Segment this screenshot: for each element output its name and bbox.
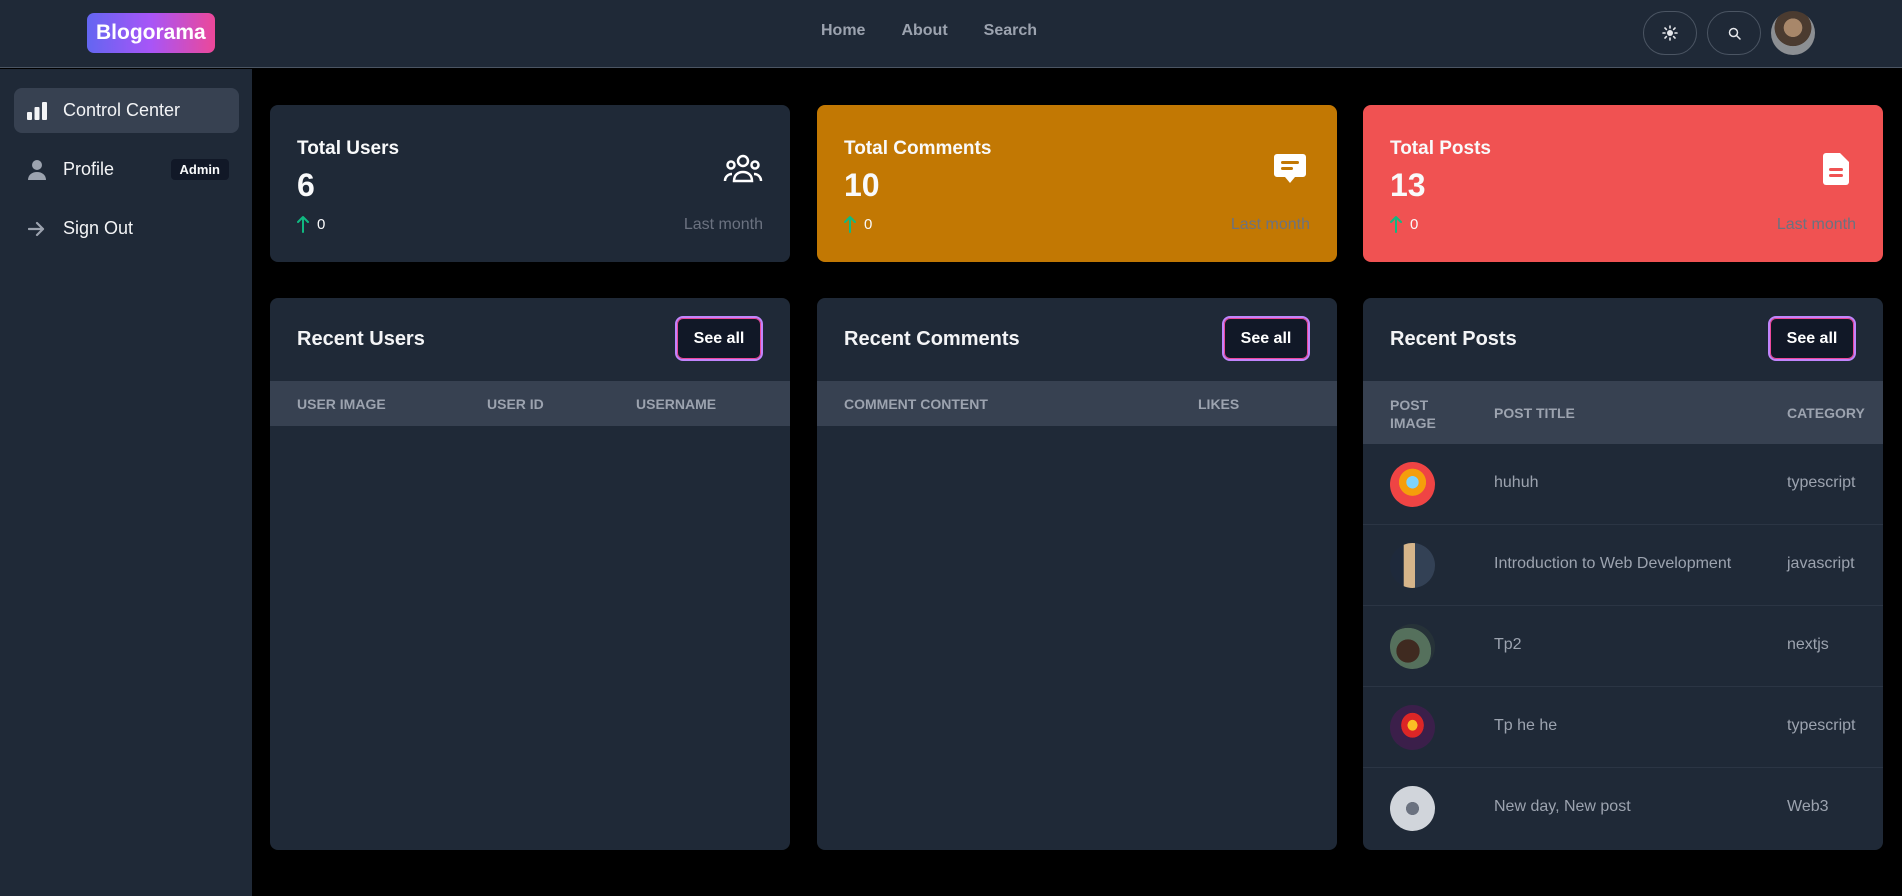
sidebar-item-sign-out[interactable]: Sign Out <box>14 206 239 251</box>
table-row[interactable]: Tp2 nextjs <box>1363 606 1883 687</box>
stat-card-users: Total Users 6 0 Last month <box>270 105 790 262</box>
stat-period: Last month <box>1776 216 1856 233</box>
stat-value: 6 <box>297 167 315 203</box>
column-header: Username <box>636 396 717 412</box>
stat-value: 13 <box>1390 167 1426 203</box>
table-row[interactable]: huhuh typescript <box>1363 444 1883 525</box>
table-header: User image User ID Username <box>270 381 790 426</box>
arrow-right-icon <box>26 218 48 240</box>
post-category: Web3 <box>1787 798 1829 815</box>
document-icon <box>1816 149 1856 189</box>
stat-title: Total Comments <box>844 138 992 159</box>
recent-posts-panel: Recent Posts See all Post image Post tit… <box>1363 298 1883 850</box>
stat-change: 0 <box>1390 215 1418 233</box>
sidebar-item-profile[interactable]: Profile Admin <box>14 147 239 192</box>
stat-change-value: 0 <box>1410 215 1419 233</box>
post-category: typescript <box>1787 717 1856 734</box>
search-button[interactable] <box>1707 11 1761 55</box>
stat-period: Last month <box>1230 216 1310 233</box>
post-category: javascript <box>1787 555 1855 572</box>
post-image <box>1390 705 1435 750</box>
nav-link-search[interactable]: Search <box>984 22 1037 40</box>
user-avatar[interactable] <box>1771 11 1815 55</box>
table-header: Post image Post title Category <box>1363 381 1883 444</box>
post-category: nextjs <box>1787 636 1829 653</box>
see-all-users-button[interactable]: See all <box>675 316 763 361</box>
comment-icon <box>1270 149 1310 189</box>
table-header: Comment content Likes <box>817 381 1337 426</box>
stat-title: Total Users <box>297 138 400 159</box>
post-title: Tp2 <box>1494 636 1522 653</box>
see-all-comments-button[interactable]: See all <box>1222 316 1310 361</box>
nav-link-home[interactable]: Home <box>821 22 865 40</box>
sidebar-item-label: Sign Out <box>63 218 134 238</box>
panel-title: Recent Posts <box>1390 328 1517 350</box>
chart-bar-icon <box>26 100 48 122</box>
recent-users-panel: Recent Users See all User image User ID … <box>270 298 790 850</box>
column-header: Likes <box>1198 396 1240 412</box>
post-image <box>1390 624 1435 669</box>
sidebar-item-control-center[interactable]: Control Center <box>14 88 239 133</box>
sidebar-item-label: Control Center <box>63 100 181 120</box>
stat-card-comments: Total Comments 10 0 Last month <box>817 105 1337 262</box>
column-header: Post image <box>1390 397 1436 431</box>
theme-toggle-button[interactable] <box>1643 11 1697 55</box>
arrow-up-icon <box>844 216 856 233</box>
role-badge: Admin <box>170 159 229 180</box>
table-row[interactable]: New day, New post Web3 <box>1363 768 1883 849</box>
post-image <box>1390 462 1435 507</box>
column-header: User image <box>297 396 386 412</box>
logo-link[interactable]: Blogorama <box>87 13 215 53</box>
see-all-posts-button[interactable]: See all <box>1768 316 1856 361</box>
nav-link-about[interactable]: About <box>901 22 947 40</box>
post-category: typescript <box>1787 474 1856 491</box>
stat-change-value: 0 <box>864 215 873 233</box>
table-row[interactable]: Introduction to Web Development javascri… <box>1363 525 1883 606</box>
column-header: User ID <box>487 396 544 412</box>
sidebar: Control Center Profile Admin Sign Out <box>0 69 252 896</box>
arrow-up-icon <box>1390 216 1402 233</box>
stat-change: 0 <box>297 215 325 233</box>
sun-icon <box>1662 25 1678 41</box>
post-image <box>1390 543 1435 588</box>
arrow-up-icon <box>297 216 309 233</box>
sidebar-item-label: Profile <box>63 159 115 179</box>
stat-card-posts: Total Posts 13 0 Last month <box>1363 105 1883 262</box>
users-group-icon <box>723 149 763 189</box>
stat-change-value: 0 <box>317 215 326 233</box>
column-header: Comment content <box>844 396 988 412</box>
column-header: Post title <box>1494 405 1575 421</box>
panel-title: Recent Users <box>297 328 425 350</box>
column-header: Category <box>1787 405 1865 421</box>
table-row[interactable]: Tp he he typescript <box>1363 687 1883 768</box>
recent-comments-panel: Recent Comments See all Comment content … <box>817 298 1337 850</box>
search-icon <box>1728 27 1741 40</box>
stat-change: 0 <box>844 215 872 233</box>
post-title: huhuh <box>1494 474 1539 491</box>
post-image <box>1390 786 1435 831</box>
stat-title: Total Posts <box>1390 138 1491 159</box>
stat-period: Last month <box>683 216 763 233</box>
user-icon <box>26 159 48 181</box>
post-title: New day, New post <box>1494 798 1631 815</box>
post-title: Introduction to Web Development <box>1494 555 1732 572</box>
panel-title: Recent Comments <box>844 328 1020 350</box>
stat-value: 10 <box>844 167 880 203</box>
nav-links: Home About Search <box>821 22 1037 40</box>
post-title: Tp he he <box>1494 717 1558 734</box>
top-navbar: Blogorama Home About Search <box>0 0 1902 68</box>
